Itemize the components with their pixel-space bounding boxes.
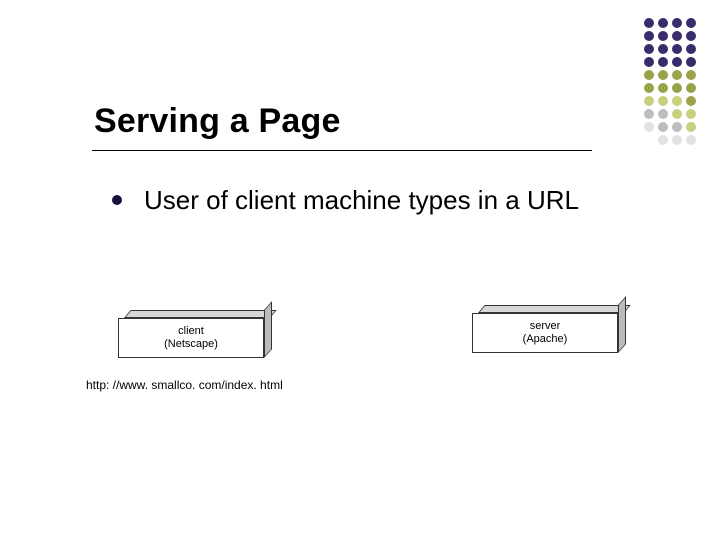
server-label-1: server	[530, 320, 561, 333]
dot-icon	[644, 96, 654, 106]
dot-icon	[658, 44, 668, 54]
dot-icon	[686, 96, 696, 106]
dot-icon	[644, 83, 654, 93]
client-box: client (Netscape)	[118, 310, 264, 358]
bullet-item: User of client machine types in a URL	[112, 185, 579, 216]
dot-icon	[672, 70, 682, 80]
dot-icon	[686, 57, 696, 67]
dot-icon	[644, 122, 654, 132]
url-text: http: //www. smallco. com/index. html	[86, 378, 283, 392]
dot-icon	[686, 109, 696, 119]
dot-icon	[658, 18, 668, 28]
dot-icon	[672, 44, 682, 54]
dot-icon	[644, 109, 654, 119]
dot-icon	[686, 83, 696, 93]
dot-icon	[658, 57, 668, 67]
client-label-1: client	[178, 325, 204, 338]
dot-icon	[658, 109, 668, 119]
dot-icon	[672, 83, 682, 93]
dot-icon	[686, 135, 696, 145]
slide-title: Serving a Page	[94, 102, 341, 141]
client-label-2: (Netscape)	[164, 338, 218, 351]
dot-icon	[686, 122, 696, 132]
title-underline	[92, 150, 592, 151]
dot-icon	[644, 31, 654, 41]
dot-icon	[672, 109, 682, 119]
dot-icon	[672, 18, 682, 28]
dot-icon	[644, 44, 654, 54]
dot-icon	[672, 135, 682, 145]
server-box: server (Apache)	[472, 305, 618, 353]
dot-icon	[672, 122, 682, 132]
dot-icon	[686, 70, 696, 80]
dot-icon	[686, 44, 696, 54]
bullet-text: User of client machine types in a URL	[144, 185, 579, 216]
dot-icon	[658, 70, 668, 80]
dot-icon	[658, 31, 668, 41]
dot-icon	[644, 18, 654, 28]
dot-icon	[658, 135, 668, 145]
dot-icon	[658, 83, 668, 93]
dot-icon	[672, 57, 682, 67]
bullet-icon	[112, 195, 122, 205]
dot-icon	[686, 18, 696, 28]
dot-icon	[686, 31, 696, 41]
decorative-dot-grid	[640, 18, 696, 148]
dot-icon	[644, 57, 654, 67]
dot-icon	[672, 96, 682, 106]
server-label-2: (Apache)	[523, 333, 568, 346]
dot-icon	[644, 70, 654, 80]
dot-icon	[658, 122, 668, 132]
dot-icon	[658, 96, 668, 106]
dot-icon	[672, 31, 682, 41]
